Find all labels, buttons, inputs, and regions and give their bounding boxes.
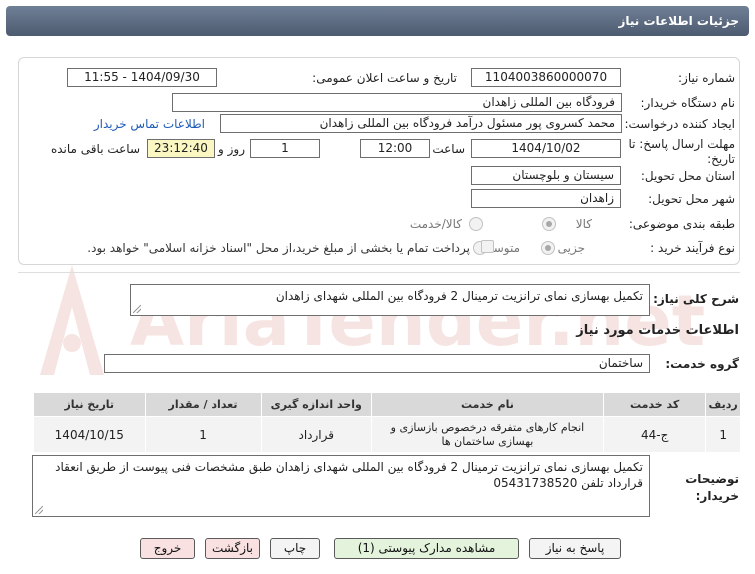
view-attachments-button[interactable]: مشاهده مدارک پیوستی (1) [334,538,519,559]
need-number-label: شماره نیاز: [678,71,735,85]
summary-text: تکمیل بهسازی نمای ترانزیت ترمینال 2 فرود… [275,289,643,303]
resize-handle-icon[interactable] [35,506,43,514]
page-title-bar: جزئیات اطلاعات نیاز [6,6,749,36]
announce-date-label: تاریخ و ساعت اعلان عمومی: [312,71,457,85]
requester-label: ایجاد کننده درخواست: [624,117,735,131]
col-header-row-number: ردیف [705,392,741,417]
col-header-service-code: کد خدمت [603,392,707,417]
table-row: 1 ج-44 انجام کارهای متفرقه درخصوص بازساز… [33,416,741,453]
category-option-goods-service-label: کالا/خدمت [409,217,462,231]
summary-label: شرح کلی نیاز: [653,292,739,306]
cell-quantity: 1 [144,416,262,453]
deadline-time-label: ساعت [432,142,465,156]
exit-button[interactable]: خروج [140,538,195,559]
city-label: شهر محل تحویل: [648,192,735,206]
need-number-field: 1104003860000070 [471,68,621,87]
requester-field: محمد کسروی پور مسئول درآمد فرودگاه بین ا… [220,114,622,133]
treasury-payment-checkbox[interactable] [481,240,494,253]
service-group-label: گروه خدمت: [665,357,739,371]
cell-unit: قرارداد [260,416,372,453]
resize-handle-icon[interactable] [133,305,141,313]
buyer-org-field: فرودگاه بین المللی زاهدان [172,93,622,112]
province-label: استان محل تحویل: [640,169,735,183]
days-field: 1 [250,139,320,158]
buyer-contact-link[interactable]: اطلاعات تماس خریدار [94,117,205,131]
treasury-payment-note: پرداخت تمام یا بخشی از مبلغ خرید،از محل … [87,241,470,255]
col-header-unit: واحد اندازه گیری [260,392,372,417]
summary-textarea[interactable]: تکمیل بهسازی نمای ترانزیت ترمینال 2 فرود… [130,284,650,316]
buyer-notes-label: توضیحات خریدار: [685,472,739,503]
section-divider [18,272,740,273]
process-option-minor-radio[interactable] [541,241,555,255]
remaining-time-label: ساعت باقی مانده [50,142,140,156]
process-option-minor-label: جزیی [557,241,585,255]
col-header-service-name: نام خدمت [370,392,605,417]
services-table: ردیف کد خدمت نام خدمت واحد اندازه گیری ت… [33,392,741,453]
category-option-goods-label: کالا [575,217,592,231]
category-option-goods-radio[interactable] [542,217,556,231]
deadline-time-field: 12:00 [360,139,430,158]
days-label: روز و [218,142,245,156]
cell-service-code: ج-44 [603,416,707,453]
buyer-org-label: نام دستگاه خریدار: [640,96,736,110]
cell-row-number: 1 [705,416,741,453]
back-button[interactable]: بازگشت [205,538,260,559]
service-group-field: ساختمان [104,354,650,373]
table-header-row: ردیف کد خدمت نام خدمت واحد اندازه گیری ت… [33,392,741,417]
announce-date-field: 1404/09/30 - 11:55 [67,68,217,87]
col-header-need-date: تاریخ نیاز [33,392,146,417]
reply-to-need-button[interactable]: پاسخ به نیاز [529,538,621,559]
page-title: جزئیات اطلاعات نیاز [618,14,739,28]
process-label: نوع فرآیند خرید : [650,241,735,255]
col-header-quantity: تعداد / مقدار [144,392,262,417]
category-option-goods-service-radio[interactable] [469,217,483,231]
buyer-notes-textarea[interactable]: تکمیل بهسازی نمای ترانزیت ترمینال 2 فرود… [32,455,650,517]
deadline-label: مهلت ارسال پاسخ: تا تاریخ: [628,137,735,166]
deadline-date-field: 1404/10/02 [471,139,621,158]
buyer-notes-text: تکمیل بهسازی نمای ترانزیت ترمینال 2 فرود… [55,460,643,490]
cell-service-name: انجام کارهای متفرقه درخصوص بازسازی و بهس… [370,416,605,453]
cell-need-date: 1404/10/15 [33,416,146,453]
province-field: سیستان و بلوچستان [471,166,621,185]
remaining-time-field: 23:12:40 [147,139,215,158]
category-label: طبقه بندی موضوعی: [628,217,735,231]
services-heading: اطلاعات خدمات مورد نیاز [576,323,739,338]
city-field: زاهدان [471,189,621,208]
print-button[interactable]: چاپ [270,538,320,559]
